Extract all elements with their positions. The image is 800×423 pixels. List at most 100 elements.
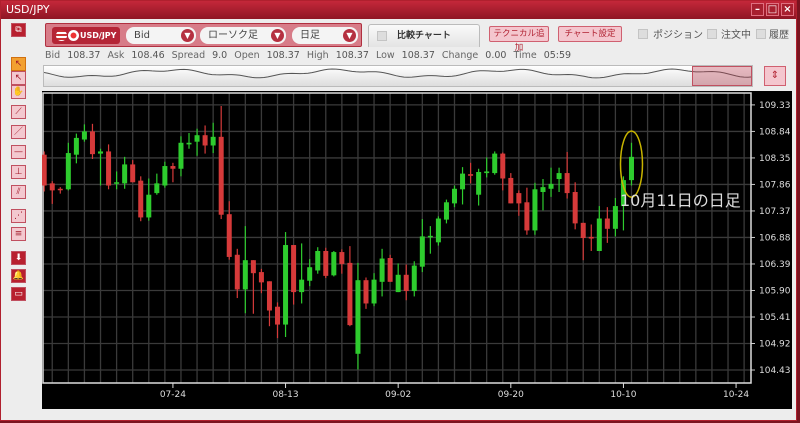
history-checkbox[interactable]: [756, 29, 766, 39]
close-button[interactable]: ×: [781, 3, 794, 16]
quote-info-row: Bid 108.37 Ask 108.46 Spread 9.0 Open 108.37 Hig…: [45, 50, 571, 61]
trendline-icon[interactable]: ⟋: [11, 105, 26, 119]
candle-up: [443, 202, 449, 220]
navigator-line: [43, 68, 753, 79]
navigator-range-handle[interactable]: [692, 66, 752, 86]
chart-navigator[interactable]: [43, 65, 753, 87]
add-technical-button[interactable]: テクニカル追加: [489, 26, 549, 53]
tab-compare-chart[interactable]: 比較チャート: [368, 24, 480, 47]
scale-lock-button[interactable]: ⇕: [764, 66, 786, 86]
candle-down: [363, 280, 369, 304]
candle-down: [57, 188, 63, 191]
left-toolbar: ⧉ ↖ ↖ ✋ ⟋ ／ — ⊥ ⫽ ⋰ ≡ ⬇ 🔔 ▭: [1, 19, 41, 421]
line-icon[interactable]: ／: [11, 125, 26, 139]
candle-up: [283, 245, 289, 325]
candle-down: [403, 274, 409, 292]
candle-down: [138, 180, 144, 218]
candle-up: [451, 188, 457, 204]
x-tick-label: 08-13: [272, 390, 298, 400]
jp-flag-icon: [68, 30, 79, 41]
y-tick-label: 104.43: [759, 366, 791, 376]
info-value: 108.37: [401, 50, 435, 61]
candle-up: [154, 183, 160, 194]
info-value: 108.46: [131, 50, 165, 61]
candle-up: [411, 265, 417, 292]
pair-button[interactable]: USD/JPY: [52, 27, 120, 44]
candle-up: [435, 218, 441, 243]
window-title: USD/JPY: [6, 3, 50, 16]
candle-down: [291, 245, 297, 293]
compare-tab-label: 比較チャート: [397, 31, 451, 41]
chart-svg: 109.33 108.84 108.35 107.86 107.37 106.88 106.…: [41, 92, 791, 400]
candle-up: [122, 164, 128, 184]
candle-up: [307, 267, 313, 281]
minimize-button[interactable]: –: [751, 3, 764, 16]
price-type-value: Bid: [134, 30, 150, 41]
candle-down: [347, 262, 353, 326]
x-tick-label: 09-20: [498, 390, 524, 400]
vertical-line-icon[interactable]: ⊥: [11, 165, 26, 179]
position-checkbox[interactable]: [638, 29, 648, 39]
candle-down: [500, 153, 506, 179]
info-label: High: [306, 50, 329, 61]
info-label: Ask: [107, 50, 125, 61]
candle-down: [275, 306, 281, 325]
price-type-select[interactable]: Bid ▼: [126, 27, 196, 44]
candle-up: [484, 171, 490, 174]
alert-bell-icon[interactable]: 🔔: [11, 269, 26, 283]
candle-down: [468, 174, 474, 176]
history-label: 履歴: [769, 30, 789, 41]
candle-down: [89, 131, 95, 155]
candle-down: [234, 254, 240, 290]
period-select[interactable]: 日足 ▼: [292, 27, 358, 44]
candle-down: [266, 281, 272, 311]
candle-up: [315, 250, 321, 271]
parallel-line-icon[interactable]: ⫽: [11, 185, 26, 199]
candle-up: [65, 153, 71, 190]
candle-down: [202, 135, 208, 146]
compare-checkbox[interactable]: [377, 31, 387, 41]
instrument-controls: USD/JPY Bid ▼ ローソク足 ▼ 日足 ▼: [45, 23, 362, 47]
x-tick-label: 07-24: [160, 390, 186, 400]
candle-up: [73, 137, 79, 155]
y-tick-label: 105.41: [759, 313, 791, 323]
download-icon[interactable]: ⬇: [11, 251, 26, 265]
chevron-down-icon: ▼: [343, 29, 356, 42]
candle-down: [387, 258, 393, 282]
pointer-plus-icon[interactable]: ↖: [11, 71, 26, 85]
candle-up: [178, 142, 184, 169]
orders-label: 注文中: [721, 30, 751, 41]
candle-down: [564, 173, 570, 194]
candle-down: [106, 151, 112, 186]
candle-up: [379, 258, 385, 282]
hand-icon[interactable]: ✋: [11, 85, 26, 99]
y-tick-label: 109.33: [759, 101, 791, 111]
candle-up: [81, 131, 87, 140]
candlestick-chart[interactable]: 109.33 108.84 108.35 107.86 107.37 106.88 106.…: [41, 91, 792, 409]
channel-icon[interactable]: ≡: [11, 227, 26, 241]
chart-settings-button[interactable]: チャート設定: [558, 26, 622, 42]
candle-up: [242, 260, 248, 290]
candle-down: [572, 192, 578, 224]
window-switch-icon[interactable]: ⧉: [11, 23, 26, 37]
info-value: 9.0: [212, 50, 228, 61]
table-icon[interactable]: ▭: [11, 287, 26, 301]
chart-type-select[interactable]: ローソク足 ▼: [200, 27, 286, 44]
horizontal-line-icon[interactable]: —: [11, 145, 26, 159]
candle-up: [556, 173, 562, 180]
candle-up: [548, 183, 554, 189]
candle-down: [524, 202, 530, 231]
x-tick-label: 10-24: [723, 390, 749, 400]
info-value: 108.37: [67, 50, 101, 61]
candle-down: [588, 236, 594, 239]
fibonacci-icon[interactable]: ⋰: [11, 209, 26, 223]
candle-down: [218, 136, 224, 215]
maximize-button[interactable]: □: [766, 3, 779, 16]
candle-down: [49, 183, 55, 191]
candle-down: [130, 164, 136, 183]
orders-checkbox[interactable]: [707, 29, 717, 39]
pointer-icon[interactable]: ↖: [11, 57, 26, 71]
candle-up: [98, 151, 104, 154]
candle-up: [476, 171, 482, 195]
y-tick-label: 107.37: [759, 207, 791, 217]
